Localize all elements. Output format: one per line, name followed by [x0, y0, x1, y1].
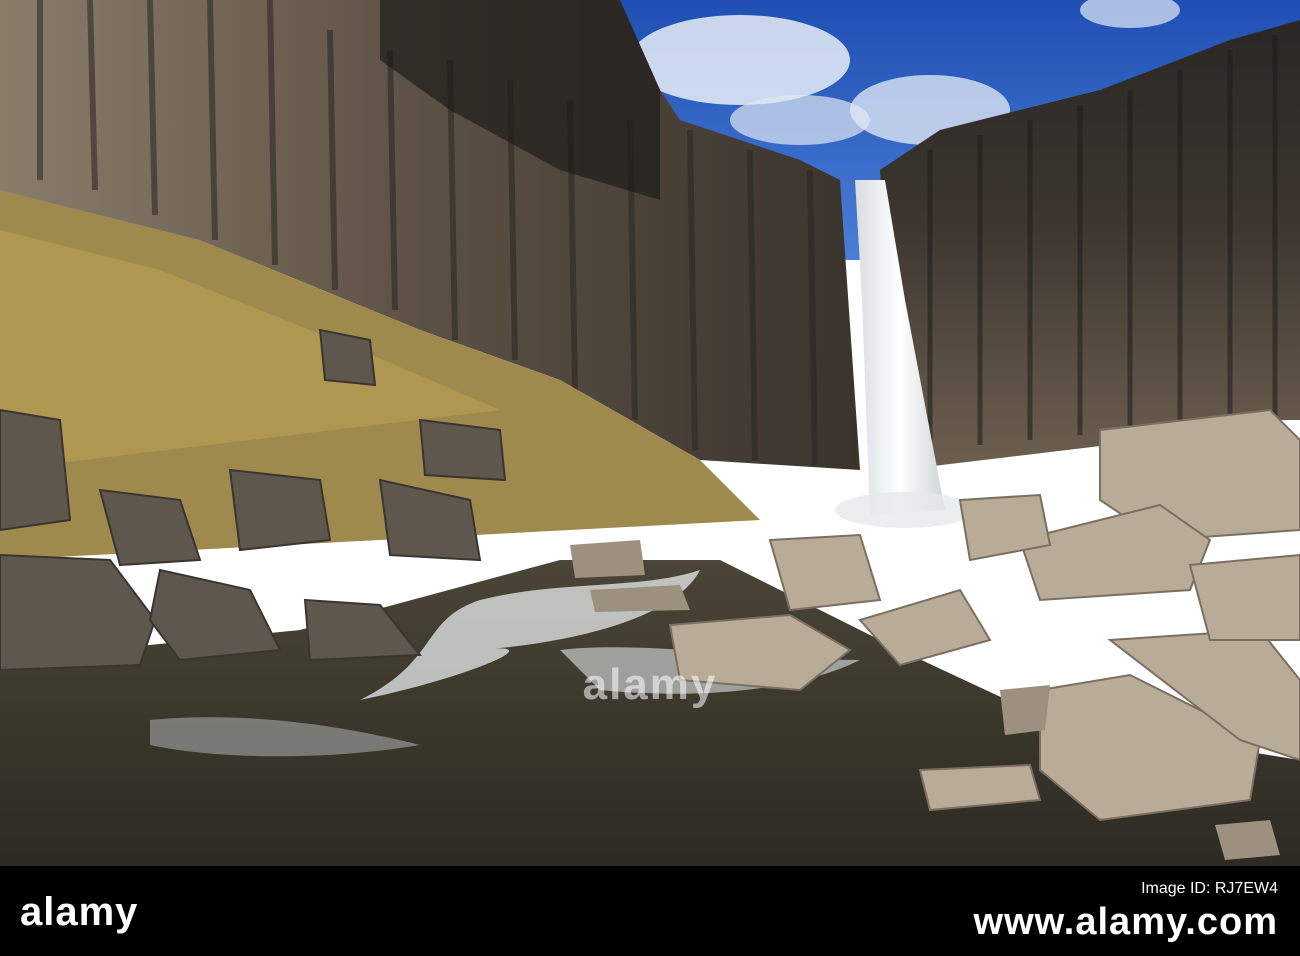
stock-footer-bar: alamy Image ID: RJ7EW4 www.alamy.com	[0, 866, 1300, 956]
photo: alamy	[0, 0, 1300, 866]
image-id-label: Image ID: RJ7EW4	[1141, 880, 1278, 897]
waterfall-scene	[0, 0, 1300, 866]
alamy-logo: alamy	[20, 890, 139, 934]
image-meta: Image ID: RJ7EW4 www.alamy.com	[974, 878, 1278, 944]
watermark-text: alamy	[582, 660, 718, 709]
site-url: www.alamy.com	[973, 901, 1278, 943]
